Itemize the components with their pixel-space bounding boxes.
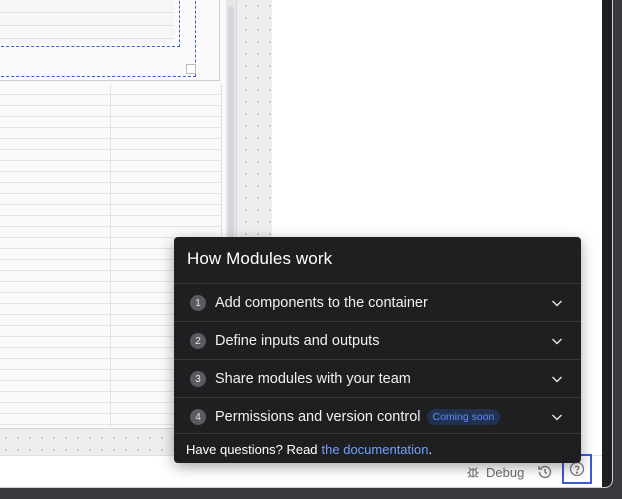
step-number: 4 — [190, 409, 206, 425]
how-modules-work-popover: How Modules work 1 Add components to the… — [174, 237, 581, 463]
accordion-item-share-modules[interactable]: 3 Share modules with your team — [174, 359, 581, 398]
chevron-down-icon[interactable] — [551, 411, 563, 423]
footer-period: . — [428, 441, 433, 457]
debug-button[interactable]: Debug — [466, 462, 524, 482]
scrollbar-thumb[interactable] — [228, 6, 234, 238]
bug-icon — [467, 467, 479, 478]
accordion-item-label: Permissions and version control — [215, 409, 421, 425]
step-number: 3 — [190, 371, 206, 387]
selection-outline-inner — [0, 0, 180, 47]
debug-label: Debug — [486, 464, 525, 480]
footer-text: Have questions? Read — [186, 441, 318, 457]
accordion-item-define-io[interactable]: 2 Define inputs and outputs — [174, 321, 581, 360]
history-icon — [538, 465, 552, 479]
coming-soon-badge: Coming soon — [426, 409, 501, 425]
resize-handle[interactable] — [186, 64, 196, 74]
chevron-down-icon[interactable] — [551, 297, 563, 309]
accordion-item-label: Add components to the container — [215, 295, 428, 311]
history-button[interactable] — [536, 463, 554, 481]
window-edge — [602, 0, 612, 487]
chevron-down-icon[interactable] — [551, 373, 563, 385]
step-number: 1 — [190, 295, 206, 311]
popover-title: How Modules work — [187, 249, 333, 268]
accordion-item-label: Define inputs and outputs — [215, 333, 380, 349]
step-number: 2 — [190, 333, 206, 349]
accordion-item-add-components[interactable]: 1 Add components to the container — [174, 283, 581, 322]
documentation-link[interactable]: the documentation — [322, 442, 429, 457]
chevron-down-icon[interactable] — [551, 335, 563, 347]
popover-footer: Have questions? Read the documentation. — [174, 433, 581, 463]
help-circle-icon — [569, 461, 585, 477]
accordion-item-label: Share modules with your team — [215, 371, 411, 387]
accordion-item-permissions[interactable]: 4 Permissions and version control Coming… — [174, 397, 581, 436]
